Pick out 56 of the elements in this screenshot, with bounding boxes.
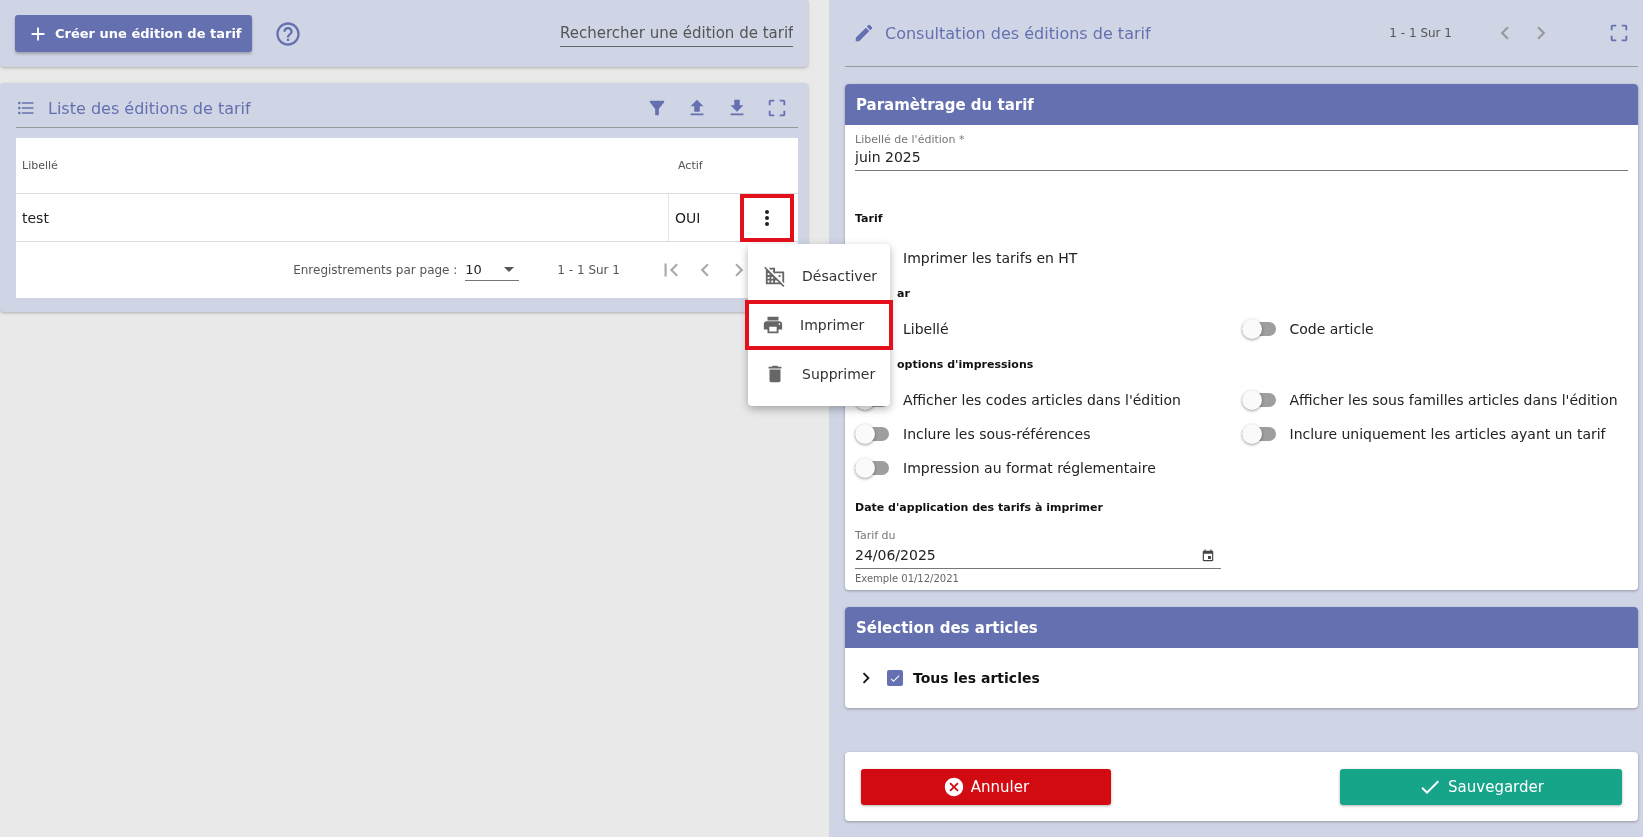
fullscreen-icon (1608, 22, 1630, 44)
fullscreen-icon (766, 97, 788, 119)
tree-item-label: Tous les articles (913, 670, 1040, 686)
toggle-switch[interactable] (1241, 393, 1276, 407)
table-cell: OUI (668, 194, 740, 241)
fullscreen-button[interactable] (1608, 22, 1630, 44)
option-label: Impression au format réglementaire (903, 460, 1156, 476)
more-button[interactable] (740, 193, 794, 242)
checkbox[interactable] (887, 670, 903, 686)
option-label: Code article (1289, 321, 1374, 337)
create-button[interactable]: Créer une édition de tarif (15, 15, 252, 52)
section-heading: options d'impressions (897, 357, 1035, 373)
menu-item[interactable]: Imprimer (745, 300, 893, 350)
panel-header: Paramètrage du tarif (845, 84, 1638, 125)
help-icon (273, 19, 302, 48)
detail-title: Consultation des éditions de tarif (885, 23, 1151, 43)
per-page-select[interactable]: 10 (465, 259, 520, 281)
dropdown-caret-icon (504, 267, 515, 272)
menu-item[interactable]: Désactiver (748, 252, 890, 300)
toggle-switch[interactable] (1241, 427, 1276, 441)
cancel-button[interactable]: Annuler (861, 768, 1111, 805)
record-range: 1 - 1 Sur 1 (1389, 26, 1452, 40)
section-heading: ar (897, 286, 911, 302)
option-label: Imprimer les tarifs en HT (903, 250, 1078, 266)
option-label: Libellé (903, 321, 949, 337)
option-label: Inclure les sous-références (903, 426, 1091, 442)
panel-header: Sélection des articles (845, 607, 1638, 648)
column-header[interactable]: Libellé (16, 159, 678, 172)
calendar-icon[interactable] (1201, 549, 1215, 563)
cancel-icon (942, 775, 965, 798)
section-heading: Date d'application des tarifs à imprimer (855, 499, 1104, 516)
column-header[interactable]: Actif (678, 159, 798, 172)
toggle-switch[interactable] (855, 461, 889, 475)
per-page-label: Enregistrements par page : (293, 263, 458, 277)
pencil-icon (853, 22, 875, 44)
page-range: 1 - 1 Sur 1 (557, 263, 620, 277)
field-hint: Exemple 01/12/2021 (855, 573, 960, 584)
table-cell-text: test (21, 208, 50, 228)
field-label: Tarif du (855, 529, 897, 542)
toggle-switch[interactable] (855, 427, 889, 441)
section-heading: Tarif (855, 210, 884, 227)
option-label: Afficher les sous familles articles dans l'édition (1289, 392, 1618, 408)
option-label: Afficher les codes articles dans l'édition (903, 392, 1181, 408)
list-title: Liste des éditions de tarif (48, 98, 251, 118)
menu-item[interactable]: Supprimer (748, 350, 890, 398)
print-icon (762, 314, 784, 336)
date-field[interactable]: 24/06/2025 (855, 544, 1201, 568)
edition-name-field[interactable]: juin 2025 (855, 146, 1628, 171)
field-label: Libellé de l'édition * (855, 133, 966, 146)
vertical-dots-icon (765, 209, 769, 226)
building-off-icon (764, 265, 786, 287)
option-label: Inclure uniquement les articles ayant un tarif (1289, 426, 1606, 442)
help-button[interactable] (273, 19, 302, 48)
toggle-switch[interactable] (1241, 322, 1276, 336)
fullscreen-button[interactable] (766, 97, 788, 119)
search-field[interactable]: Rechercher une édition de tarif (560, 20, 793, 47)
